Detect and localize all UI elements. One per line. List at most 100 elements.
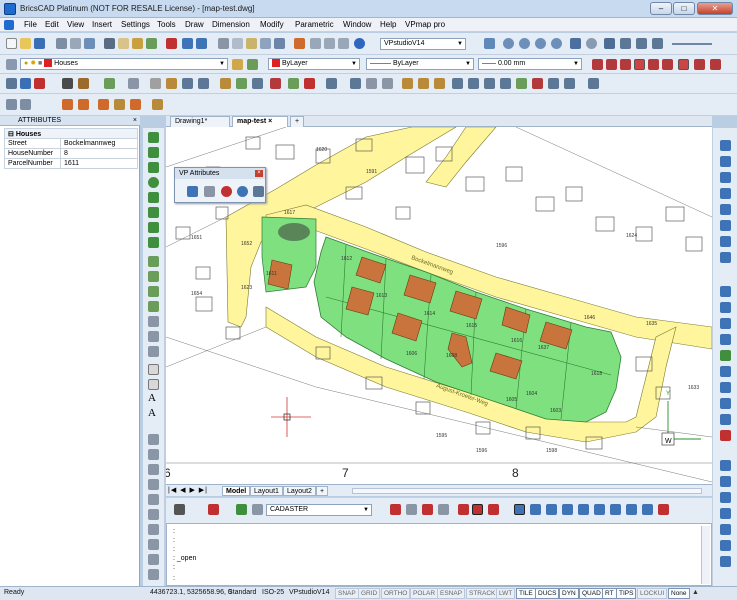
status-snap-button[interactable]: SNAP [335, 588, 359, 599]
cmd-icon[interactable] [174, 504, 185, 515]
rectangle-icon[interactable] [148, 256, 159, 267]
menu-parametric[interactable]: Parametric [295, 20, 334, 29]
status-strack-button[interactable]: STRACK [466, 588, 499, 599]
vp-close-icon[interactable] [34, 78, 45, 89]
paste-icon[interactable] [132, 38, 143, 49]
snap-intersection-icon[interactable] [662, 59, 673, 70]
linetype-dropdown[interactable]: ——— ByLayer ▼ [366, 58, 474, 70]
vp-parcel-icon[interactable] [418, 78, 429, 89]
vp-report-icon[interactable] [564, 78, 575, 89]
layout-nav-arrows[interactable]: |◀ ◀ ▶ ▶| [168, 486, 208, 494]
properties-icon[interactable] [246, 38, 257, 49]
status-rt-button[interactable]: RT [602, 588, 617, 599]
cadaster-dropdown[interactable]: CADASTER ▼ [266, 504, 372, 516]
chamfer-icon[interactable] [720, 414, 731, 425]
status-quad-button[interactable]: QUAD [579, 588, 604, 599]
layers-icon[interactable] [6, 59, 17, 70]
grid-view-icon[interactable] [20, 99, 31, 110]
status-grid-button[interactable]: GRID [358, 588, 381, 599]
vp-attributes-title[interactable]: VP Attributes [175, 168, 265, 179]
vp-delete-icon[interactable] [304, 78, 315, 89]
camera-icon[interactable] [636, 38, 647, 49]
zoom-in-icon[interactable] [519, 38, 530, 49]
vp-vectorize-icon[interactable] [252, 78, 263, 89]
circle-icon[interactable] [148, 177, 159, 188]
snap-tangent-icon[interactable] [710, 59, 721, 70]
menu-modify[interactable]: Modify [260, 20, 284, 29]
drawing-explorer-icon[interactable] [232, 38, 243, 49]
publish-icon[interactable] [84, 38, 95, 49]
dim-aligned-icon[interactable] [720, 156, 731, 167]
vp-tool-icon[interactable] [6, 78, 17, 89]
collapse-icon[interactable]: ⊟ [8, 131, 16, 138]
status-lwt-button[interactable]: LWT [496, 588, 516, 599]
move-entity-icon[interactable] [720, 286, 731, 297]
vp-query-icon[interactable] [548, 78, 559, 89]
house-merge-icon[interactable] [130, 99, 141, 110]
vp-list-icon[interactable] [468, 78, 479, 89]
hatch-icon[interactable] [148, 316, 159, 327]
grid-select-icon[interactable] [6, 99, 17, 110]
tab-layout1[interactable]: Layout1 [250, 486, 283, 496]
help-icon[interactable] [354, 38, 365, 49]
snap-cross-icon[interactable] [562, 504, 573, 515]
line-icon[interactable] [148, 132, 159, 143]
cut-icon[interactable] [104, 38, 115, 49]
rotate-icon[interactable] [148, 509, 159, 520]
copy-move-icon[interactable] [720, 302, 731, 313]
make-current-icon[interactable] [247, 59, 258, 70]
fillet-icon[interactable] [720, 430, 731, 441]
array-icon[interactable] [148, 479, 159, 490]
break-icon[interactable] [720, 398, 731, 409]
attribute-value[interactable]: 1611 [60, 158, 138, 169]
snap-insertion-icon[interactable] [678, 59, 689, 70]
snap-center-icon[interactable] [620, 59, 631, 70]
print-preview-icon[interactable] [70, 38, 81, 49]
copy-icon[interactable] [118, 38, 129, 49]
delete-icon[interactable] [166, 38, 177, 49]
status-none-button[interactable]: None [668, 588, 690, 599]
status-lockui-button[interactable]: LOCKUI [637, 588, 668, 599]
vp-list-attrib-icon[interactable] [204, 186, 215, 197]
snap-mid-small-icon[interactable] [626, 504, 637, 515]
markup-icon[interactable] [324, 38, 335, 49]
menu-draw[interactable]: Draw [185, 20, 204, 29]
layer-previous-icon[interactable] [232, 59, 243, 70]
vp-settings-attrib-icon[interactable] [253, 186, 264, 197]
zoom-slider[interactable] [672, 43, 712, 45]
join-icon[interactable] [720, 382, 731, 393]
menu-edit[interactable]: Edit [45, 20, 59, 29]
spline-icon[interactable] [148, 207, 159, 218]
vp-map-icon[interactable] [402, 78, 413, 89]
vp-zoom-attrib-icon[interactable] [237, 186, 248, 197]
command-prompt[interactable]: : [173, 575, 175, 582]
vp-house-icon[interactable] [434, 78, 445, 89]
vp-tile-icon[interactable] [182, 78, 193, 89]
vp-hatch-icon[interactable] [326, 78, 337, 89]
layer-manager-icon[interactable] [218, 38, 229, 49]
vp-stack-icon[interactable] [198, 78, 209, 89]
menu-window[interactable]: Window [343, 20, 371, 29]
explode-icon[interactable] [720, 366, 731, 377]
extend-icon[interactable] [148, 569, 159, 580]
vp-import-icon[interactable] [516, 78, 527, 89]
horizontal-scrollbar[interactable] [352, 488, 702, 494]
vp-settings-icon[interactable] [588, 78, 599, 89]
vp-select-icon[interactable] [62, 78, 73, 89]
vp-select-attrib-icon[interactable] [187, 186, 198, 197]
snap-quad-small-icon[interactable] [642, 504, 653, 515]
stretch-icon[interactable] [148, 539, 159, 550]
add-tab-button[interactable]: + [290, 116, 304, 127]
house-edit-icon[interactable] [78, 99, 89, 110]
table-row[interactable]: ParcelNumber 1611 [4, 158, 138, 169]
dim-radius-icon[interactable] [720, 188, 731, 199]
vp-attributes-close-icon[interactable]: × [255, 170, 263, 177]
attribute-value[interactable]: 8 [60, 148, 138, 159]
house-attrib-icon[interactable] [98, 99, 109, 110]
ucs-3point-icon[interactable] [720, 556, 731, 567]
save-icon[interactable] [34, 38, 45, 49]
tab-map-test[interactable]: map-test × [232, 116, 288, 127]
menu-insert[interactable]: Insert [92, 20, 112, 29]
block-icon[interactable] [148, 364, 159, 375]
vp-frame-icon[interactable] [150, 78, 161, 89]
